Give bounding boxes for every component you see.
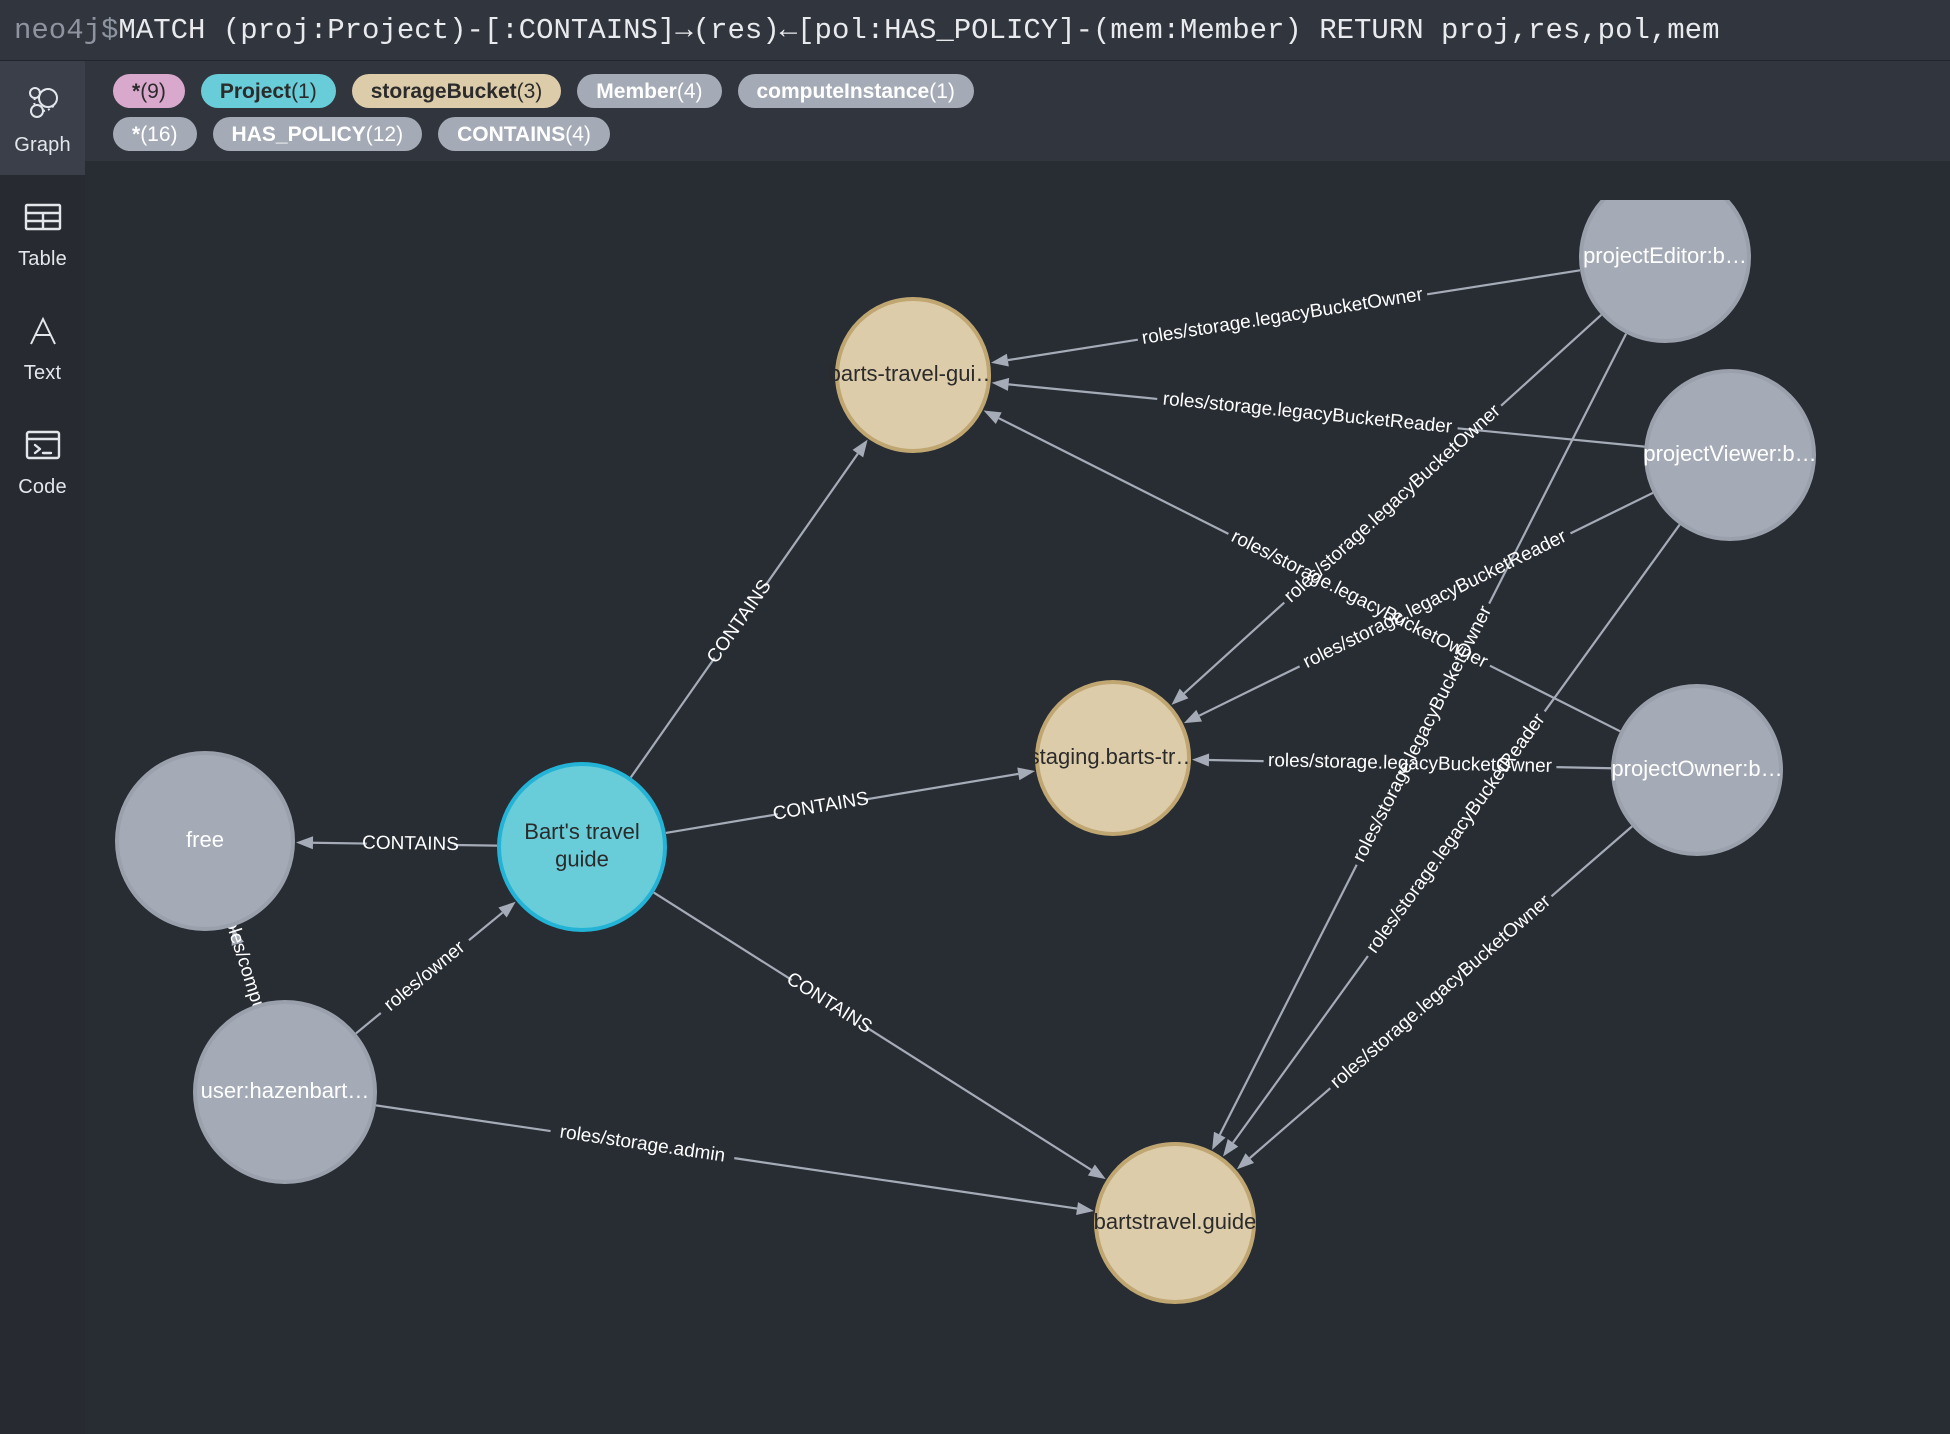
neo4j-browser-result-frame: neo4j$ MATCH (proj:Project)-[:CONTAINS]→… xyxy=(0,0,1950,1434)
graph-node-compute-free[interactable]: free xyxy=(115,751,295,931)
legend-panel: * (9) Project (1) storageBucket (3) Member (4) c… xyxy=(85,61,1950,161)
chip-count: (4) xyxy=(676,79,703,103)
graph-svg[interactable]: CONTAINS CONTAINS CONTAINS CONTAINS roles/ow… xyxy=(85,200,1950,1434)
chip-count: (1) xyxy=(929,79,955,103)
relationship-has_policy[interactable] xyxy=(991,269,1581,367)
sidebar-label-table: Table xyxy=(18,247,67,270)
graph-icon xyxy=(23,80,63,126)
graph-node-project-bart[interactable]: Bart's travelguide xyxy=(497,762,667,932)
relationship-label: roles/storage.legacyBucketOwner xyxy=(1268,750,1553,777)
sidebar-label-graph: Graph xyxy=(14,133,71,156)
graph-node-member-editor[interactable]: projectEditor:b… xyxy=(1579,200,1751,343)
relationship-label: roles/storage.legacyBucketOwner xyxy=(1280,400,1505,607)
relationship-has_policy[interactable] xyxy=(1223,524,1681,1157)
relationship-label: CONTAINS xyxy=(771,788,870,825)
relationship-has_policy[interactable] xyxy=(355,901,516,1035)
chip-count: (9) xyxy=(140,79,166,103)
graph-node-bucket-barts[interactable]: barts-travel-gui… xyxy=(829,297,998,453)
sidebar-label-text: Text xyxy=(23,361,62,384)
relationship-label: roles/storage.legacyBucketReader xyxy=(1300,526,1571,673)
graph-node-member-user[interactable]: user:hazenbart… xyxy=(193,1000,377,1184)
sidebar-label-code: Code xyxy=(18,475,67,498)
relationship-has_policy[interactable] xyxy=(983,410,1621,733)
relationship-label: roles/owner xyxy=(380,936,470,1015)
graph-node-bucket-staging[interactable]: staging.barts-tr… xyxy=(1029,680,1198,836)
relationship-contains[interactable] xyxy=(653,891,1106,1180)
graph-node-member-viewer[interactable]: projectViewer:b… xyxy=(1643,369,1817,541)
sidebar-item-code[interactable]: Code xyxy=(0,403,85,517)
relationship-contains[interactable] xyxy=(665,767,1036,835)
relationship-has_policy[interactable] xyxy=(375,1104,1094,1216)
relationship-type-chip-contains[interactable]: CONTAINS (4) xyxy=(438,117,610,151)
node-label-chip-member[interactable]: Member (4) xyxy=(577,74,722,108)
relationship-has_policy[interactable] xyxy=(1191,753,1612,770)
chip-label: * xyxy=(132,79,141,103)
relationship-label: CONTAINS xyxy=(783,968,876,1038)
relationship-label: CONTAINS xyxy=(362,833,459,856)
code-icon xyxy=(24,422,62,468)
chip-label: * xyxy=(132,122,141,146)
relationship-label: roles/storage.legacyBucketOwner xyxy=(1228,526,1492,673)
chip-label: computeInstance xyxy=(756,79,930,103)
relationship-label: roles/storage.admin xyxy=(558,1122,726,1167)
table-icon xyxy=(24,194,62,240)
relationship-has_policy[interactable] xyxy=(991,377,1645,448)
graph-node-member-owner[interactable]: projectOwner:b… xyxy=(1611,684,1783,856)
chip-count: (3) xyxy=(516,79,543,103)
relationship-type-chips: * (16) HAS_POLICY (12) CONTAINS (4) xyxy=(113,117,1950,151)
chip-label: Member xyxy=(596,79,677,103)
relationship-has_policy[interactable] xyxy=(1236,825,1633,1170)
node-label-chip-all[interactable]: * (9) xyxy=(113,74,185,108)
sidebar-item-graph[interactable]: Graph xyxy=(0,61,85,175)
relationship-type-chip-has_policy[interactable]: HAS_POLICY (12) xyxy=(212,117,423,151)
relationship-has_policy[interactable] xyxy=(1212,333,1628,1150)
graph-canvas[interactable]: CONTAINS CONTAINS CONTAINS CONTAINS roles/ow… xyxy=(85,200,1950,1434)
node-label-chip-storagebucket[interactable]: storageBucket (3) xyxy=(351,74,562,108)
chip-count: (12) xyxy=(365,122,404,146)
relationship-label: roles/storage.legacyBucketOwner xyxy=(1326,890,1555,1092)
relationship-type-chip-all[interactable]: * (16) xyxy=(113,117,197,151)
chip-count: (4) xyxy=(565,122,591,146)
relationship-contains[interactable] xyxy=(629,439,868,779)
relationship-contains[interactable] xyxy=(295,836,498,850)
relationship-label: roles/storage.legacyBucketReader xyxy=(1162,389,1454,438)
relationship-label: CONTAINS xyxy=(703,576,776,667)
graph-node-bucket-bartstravel[interactable]: bartstravel.guide xyxy=(1094,1142,1257,1304)
chip-label: storageBucket xyxy=(370,79,517,103)
query-text: MATCH (proj:Project)-[:CONTAINS]→(res)←[… xyxy=(118,13,1720,47)
relationship-label: roles/storage.legacyBucketReader xyxy=(1362,709,1550,957)
chip-count: (1) xyxy=(291,79,317,103)
chip-label: CONTAINS xyxy=(457,122,566,146)
chip-label: HAS_POLICY xyxy=(231,122,366,146)
relationship-label: roles/storage.legacyBucketOwner xyxy=(1349,602,1497,865)
text-icon xyxy=(26,308,60,354)
chip-count: (16) xyxy=(140,122,178,146)
sidebar-item-table[interactable]: Table xyxy=(0,175,85,289)
node-label-chip-computeinstance[interactable]: computeInstance (1) xyxy=(737,74,974,108)
node-label-chips: * (9) Project (1) storageBucket (3) Member (4) c… xyxy=(113,74,1950,108)
relationship-label: roles/storage.legacyBucketOwner xyxy=(1140,284,1425,349)
sidebar-item-text[interactable]: Text xyxy=(0,289,85,403)
node-label-chip-project[interactable]: Project (1) xyxy=(200,74,336,108)
query-bar[interactable]: neo4j$ MATCH (proj:Project)-[:CONTAINS]→… xyxy=(0,0,1950,61)
query-prompt: neo4j$ xyxy=(14,13,119,47)
view-mode-sidebar: Graph Table Text Code xyxy=(0,61,85,1434)
relationship-has_policy[interactable] xyxy=(1183,491,1654,724)
chip-label: Project xyxy=(219,79,292,103)
nodes-layer: barts-travel-gui… staging.barts-tr… bartst… xyxy=(115,200,1817,1304)
